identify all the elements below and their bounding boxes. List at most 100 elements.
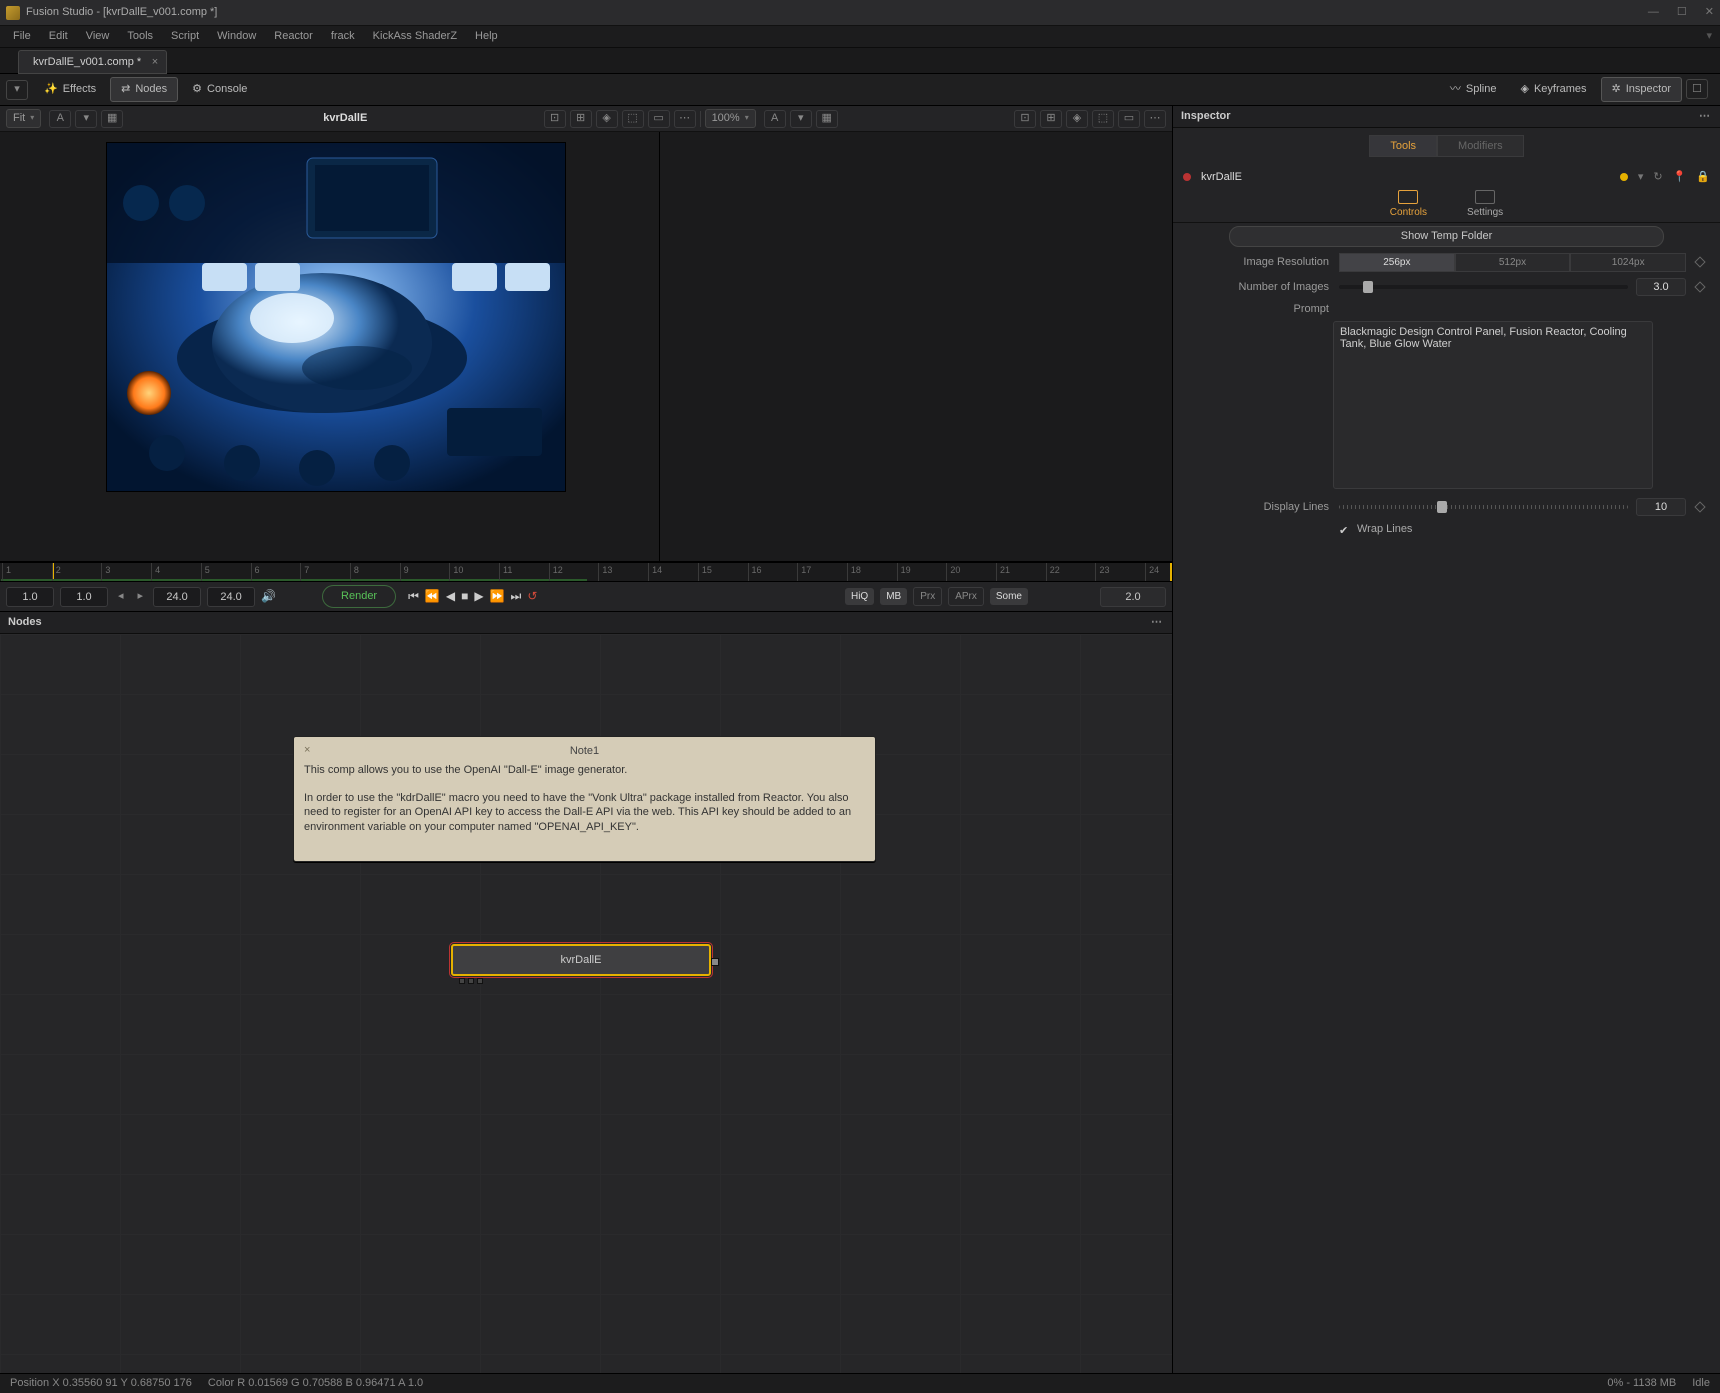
menu-edit[interactable]: Edit: [40, 29, 77, 43]
viewer-grid-btn[interactable]: ▦: [101, 110, 123, 128]
menu-window[interactable]: Window: [208, 29, 265, 43]
stop-button[interactable]: ■: [461, 589, 468, 605]
subtab-controls[interactable]: Controls: [1390, 190, 1427, 219]
step-back-button[interactable]: ⏪: [425, 589, 440, 605]
tab-tools[interactable]: Tools: [1369, 135, 1437, 157]
minimize-button[interactable]: —: [1648, 5, 1659, 19]
maximize-button[interactable]: ☐: [1677, 5, 1687, 19]
viewer-a-icon4[interactable]: ⬚: [622, 110, 644, 128]
timeline-ruler[interactable]: 123456789101112131415161718192021222324: [0, 562, 1172, 582]
audio-icon[interactable]: 🔊: [261, 589, 276, 605]
fit-dropdown[interactable]: Fit▾: [6, 109, 41, 127]
menu-help[interactable]: Help: [466, 29, 507, 43]
keyframe-diamond-icon-3[interactable]: [1694, 502, 1705, 513]
versions-icon[interactable]: [1620, 173, 1628, 181]
loop-button[interactable]: ↺: [527, 589, 537, 605]
layout-toggle-button[interactable]: ☐: [1686, 79, 1708, 99]
render-button[interactable]: Render: [322, 585, 396, 607]
prompt-textarea[interactable]: [1333, 321, 1653, 489]
nodes-button[interactable]: ⇄ Nodes: [110, 77, 178, 101]
prev-key-button[interactable]: ◂: [114, 589, 128, 603]
display-lines-slider[interactable]: [1339, 505, 1628, 509]
menu-frack[interactable]: frack: [322, 29, 364, 43]
lock-icon[interactable]: 🔒: [1696, 170, 1710, 184]
end-frame-field[interactable]: 24.0: [153, 587, 201, 607]
chevron-down-icon[interactable]: ▾: [1638, 170, 1644, 184]
close-button[interactable]: ✕: [1705, 5, 1714, 19]
play-button[interactable]: ▶: [474, 589, 483, 605]
viewer-a-icon5[interactable]: ▭: [648, 110, 670, 128]
next-key-button[interactable]: ▸: [134, 589, 148, 603]
prx-toggle[interactable]: Prx: [913, 587, 942, 606]
aprx-toggle[interactable]: APrx: [948, 587, 984, 606]
menu-script[interactable]: Script: [162, 29, 208, 43]
viewer-a-more[interactable]: ⋯: [674, 110, 696, 128]
viewer-b-icon2[interactable]: ⊞: [1040, 110, 1062, 128]
viewer-b[interactable]: [660, 132, 1172, 561]
go-end-button[interactable]: ⏭: [511, 589, 522, 605]
console-button[interactable]: ⚙ Console: [182, 78, 257, 100]
range-end-icon[interactable]: [1170, 563, 1172, 581]
kvrdalle-node[interactable]: kvrDallE: [451, 944, 711, 976]
viewer-b-more[interactable]: ⋯: [1144, 110, 1166, 128]
keyframe-diamond-icon-2[interactable]: [1694, 281, 1705, 292]
hiq-toggle[interactable]: HiQ: [845, 588, 874, 605]
viewer-a-btn[interactable]: A: [49, 110, 71, 128]
node-output-icon[interactable]: [711, 958, 719, 966]
flow-canvas[interactable]: × Note1 This comp allows you to use the …: [0, 634, 1172, 1373]
start-frame-field[interactable]: 1.0: [60, 587, 108, 607]
num-images-slider[interactable]: [1339, 285, 1628, 289]
viewer-a-icon1[interactable]: ⊡: [544, 110, 566, 128]
nodes-panel-menu[interactable]: ⋯: [1151, 615, 1164, 629]
num-images-value[interactable]: 3.0: [1636, 278, 1686, 296]
viewer-b-icon5[interactable]: ▭: [1118, 110, 1140, 128]
viewer-b-grid[interactable]: ▦: [816, 110, 838, 128]
zoom-dropdown[interactable]: 100%▾: [705, 109, 756, 127]
pin-icon[interactable]: 📍: [1673, 170, 1687, 184]
go-start-button[interactable]: ⏮: [408, 589, 419, 605]
slider-handle-icon-2[interactable]: [1437, 501, 1447, 513]
viewer-b-btn-a[interactable]: A: [764, 110, 786, 128]
display-lines-value[interactable]: 10: [1636, 498, 1686, 516]
slider-handle-icon[interactable]: [1363, 281, 1373, 293]
current-frame-field[interactable]: 2.0: [1100, 587, 1166, 607]
in-frame-field[interactable]: 1.0: [6, 587, 54, 607]
viewer-layers-btn[interactable]: ▾: [75, 110, 97, 128]
inspector-button[interactable]: ✲ Inspector: [1601, 77, 1682, 101]
res-256[interactable]: 256px: [1339, 253, 1455, 272]
menu-kickass-shaderz[interactable]: KickAss ShaderZ: [364, 29, 466, 43]
effects-button[interactable]: ✨ Effects: [34, 78, 106, 100]
document-tab[interactable]: kvrDallE_v001.comp * ×: [18, 50, 167, 74]
menu-file[interactable]: File: [4, 29, 40, 43]
keyframe-diamond-icon[interactable]: [1694, 256, 1705, 267]
menu-reactor[interactable]: Reactor: [265, 29, 322, 43]
res-512[interactable]: 512px: [1455, 253, 1571, 272]
menu-overflow-icon[interactable]: ▾: [1697, 29, 1720, 43]
viewer-a[interactable]: [0, 132, 660, 561]
step-fwd-button[interactable]: ⏩: [490, 589, 505, 605]
viewer-toggle-button[interactable]: ▾: [6, 80, 28, 100]
show-temp-folder-button[interactable]: Show Temp Folder: [1229, 226, 1664, 246]
note-node[interactable]: × Note1 This comp allows you to use the …: [293, 736, 876, 862]
tab-modifiers[interactable]: Modifiers: [1437, 135, 1524, 157]
out-frame-field[interactable]: 24.0: [207, 587, 255, 607]
wrap-lines-checkbox[interactable]: ✔: [1339, 524, 1351, 536]
menu-view[interactable]: View: [77, 29, 119, 43]
menu-tools[interactable]: Tools: [118, 29, 162, 43]
keyframes-button[interactable]: ◈ Keyframes: [1510, 78, 1596, 100]
viewer-b-icon4[interactable]: ⬚: [1092, 110, 1114, 128]
play-reverse-button[interactable]: ◀: [446, 589, 455, 605]
viewer-a-icon2[interactable]: ⊞: [570, 110, 592, 128]
inspector-menu[interactable]: ⋯: [1699, 109, 1712, 123]
viewer-b-icon3[interactable]: ◈: [1066, 110, 1088, 128]
viewer-b-icon1[interactable]: ⊡: [1014, 110, 1036, 128]
reset-icon[interactable]: ↻: [1653, 170, 1662, 184]
viewer-b-layers[interactable]: ▾: [790, 110, 812, 128]
mb-toggle[interactable]: MB: [880, 588, 907, 605]
node-views-icons[interactable]: [459, 978, 483, 984]
subtab-settings[interactable]: Settings: [1467, 190, 1503, 219]
close-tab-icon[interactable]: ×: [152, 55, 158, 69]
res-1024[interactable]: 1024px: [1570, 253, 1686, 272]
note-close-icon[interactable]: ×: [304, 744, 310, 756]
spline-button[interactable]: 〰 Spline: [1440, 78, 1507, 100]
